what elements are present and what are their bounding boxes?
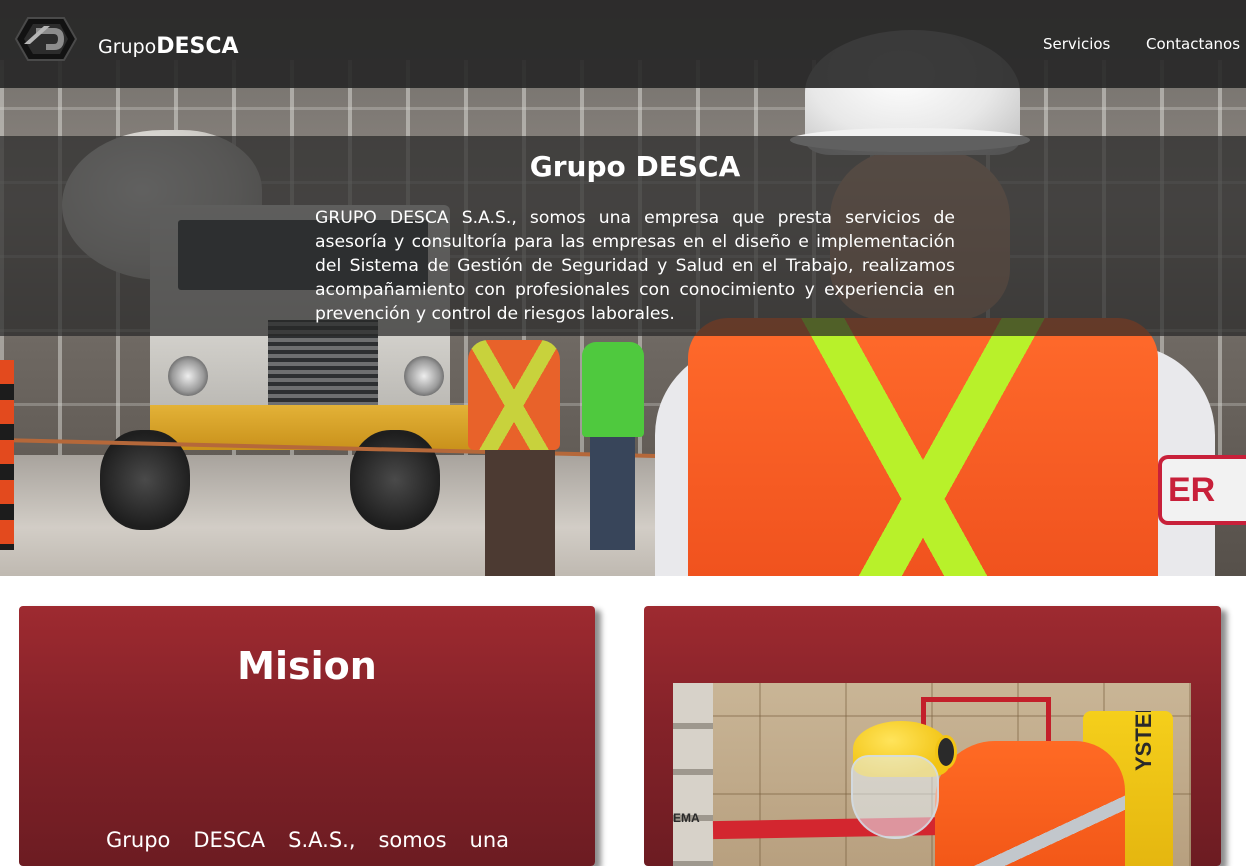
shelf-label: EMA: [673, 811, 700, 825]
worker-safety-vest: [688, 318, 1158, 576]
worker-green-shirt: [582, 342, 644, 437]
brand-prefix: Grupo: [98, 36, 157, 58]
intro-banner: Grupo DESCA GRUPO DESCA S.A.S., somos un…: [0, 136, 1246, 336]
navbar: GrupoDESCA Servicios Contactanos: [0, 0, 1246, 88]
truck-headlight: [168, 356, 208, 396]
mision-title: Mision: [237, 644, 377, 688]
worker-legs: [485, 450, 555, 576]
logo-icon[interactable]: [10, 14, 82, 64]
warehouse-worker-image: EMA YSTER: [673, 683, 1191, 866]
nav-servicios[interactable]: Servicios: [1043, 35, 1110, 53]
brand-strong: DESCA: [156, 34, 239, 59]
worker-legs: [590, 435, 635, 550]
truck-headlight: [404, 356, 444, 396]
face-shield: [851, 755, 939, 839]
brand-name[interactable]: GrupoDESCA: [98, 34, 239, 59]
warning-sign: ER: [1158, 455, 1246, 525]
mision-text: Grupo DESCA S.A.S., somos una: [106, 828, 509, 852]
photo-card: EMA YSTER: [644, 606, 1221, 866]
intro-title: Grupo DESCA: [529, 150, 741, 183]
forklift-text: YSTER: [1131, 711, 1156, 771]
ear-muff-icon: [935, 735, 957, 769]
mision-card: Mision Grupo DESCA S.A.S., somos una: [19, 606, 595, 866]
warehouse-shelf: [673, 683, 713, 866]
worker-coverall: [935, 741, 1125, 866]
bollard: [0, 360, 14, 550]
worker-vest: [468, 340, 560, 450]
intro-text: GRUPO DESCA S.A.S., somos una empresa qu…: [315, 208, 955, 324]
truck-wheel: [350, 430, 440, 530]
nav-contactanos[interactable]: Contactanos: [1146, 35, 1240, 53]
